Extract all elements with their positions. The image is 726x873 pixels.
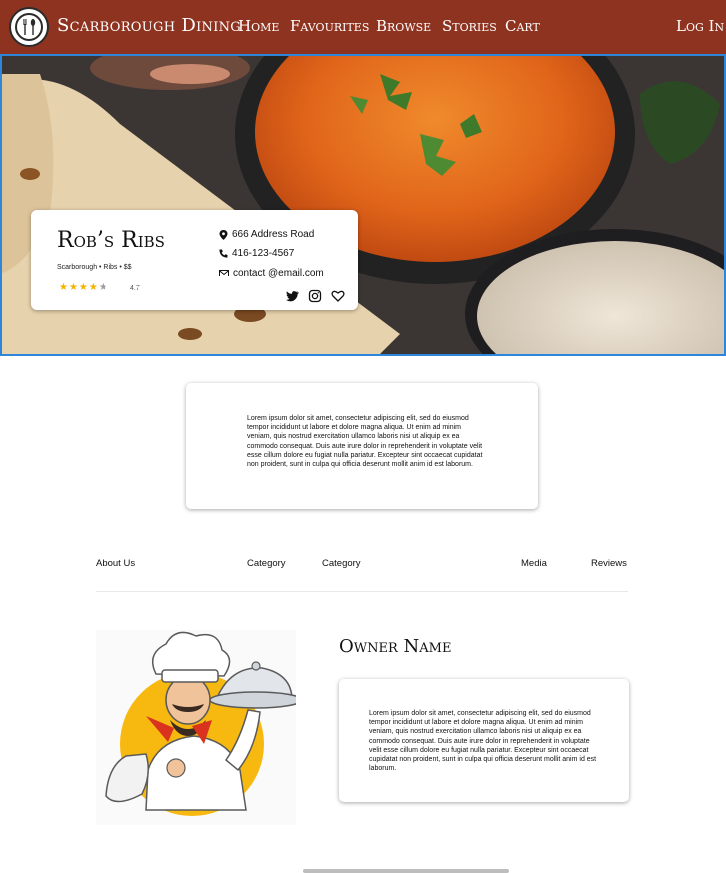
food-photo [2,56,724,354]
instagram-icon[interactable] [308,289,322,303]
hero-banner: Rob’s Ribs Scarborough • Ribs • $$ ★★★★★… [0,54,726,356]
about-text: Lorem ipsum dolor sit amet, consectetur … [247,415,483,469]
tab-reviews[interactable]: Reviews [591,558,627,569]
tab-media[interactable]: Media [521,558,547,569]
top-nav: Scarborough Dining Home Favourites Brows… [0,0,726,54]
heart-icon[interactable] [331,289,345,303]
nav-favourites[interactable]: Favourites [290,17,369,35]
logo-icon[interactable] [9,7,49,47]
restaurant-name: Rob’s Ribs [57,228,165,253]
phone-icon [219,249,228,258]
nav-cart[interactable]: Cart [505,17,540,35]
tab-category-2[interactable]: Category [322,558,361,569]
star-rating: ★★★★★ [59,282,109,293]
tab-about-us[interactable]: About Us [96,558,135,569]
nav-browse[interactable]: Browse [376,17,431,35]
tab-category-1[interactable]: Category [247,558,286,569]
owner-text: Lorem ipsum dolor sit amet, consectetur … [369,710,597,773]
owner-text-box: Lorem ipsum dolor sit amet, consectetur … [339,679,629,802]
restaurant-meta: Scarborough • Ribs • $$ [57,264,132,271]
brand-name[interactable]: Scarborough Dining [57,15,241,36]
phone-text[interactable]: 416-123-4567 [232,248,294,259]
address-text: 666 Address Road [232,229,315,240]
view-updates-button[interactable]: VIEW UPDATES [105,276,255,304]
nav-home[interactable]: Home [238,17,279,35]
nav-stories[interactable]: Stories [442,17,497,35]
location-pin-icon [219,229,228,240]
about-text-box: Lorem ipsum dolor sit amet, consectetur … [186,383,538,509]
twitter-icon[interactable] [285,289,299,303]
owner-name: Owner Name [339,636,452,657]
tab-divider [96,591,628,592]
login-link[interactable]: Log In [676,17,724,35]
horizontal-scrollbar[interactable] [303,869,509,873]
fork-spoon-icon [23,19,36,35]
chef-illustration [96,630,296,825]
phone-row: 416-123-4567 [219,248,294,259]
address-row: 666 Address Road [219,229,314,240]
